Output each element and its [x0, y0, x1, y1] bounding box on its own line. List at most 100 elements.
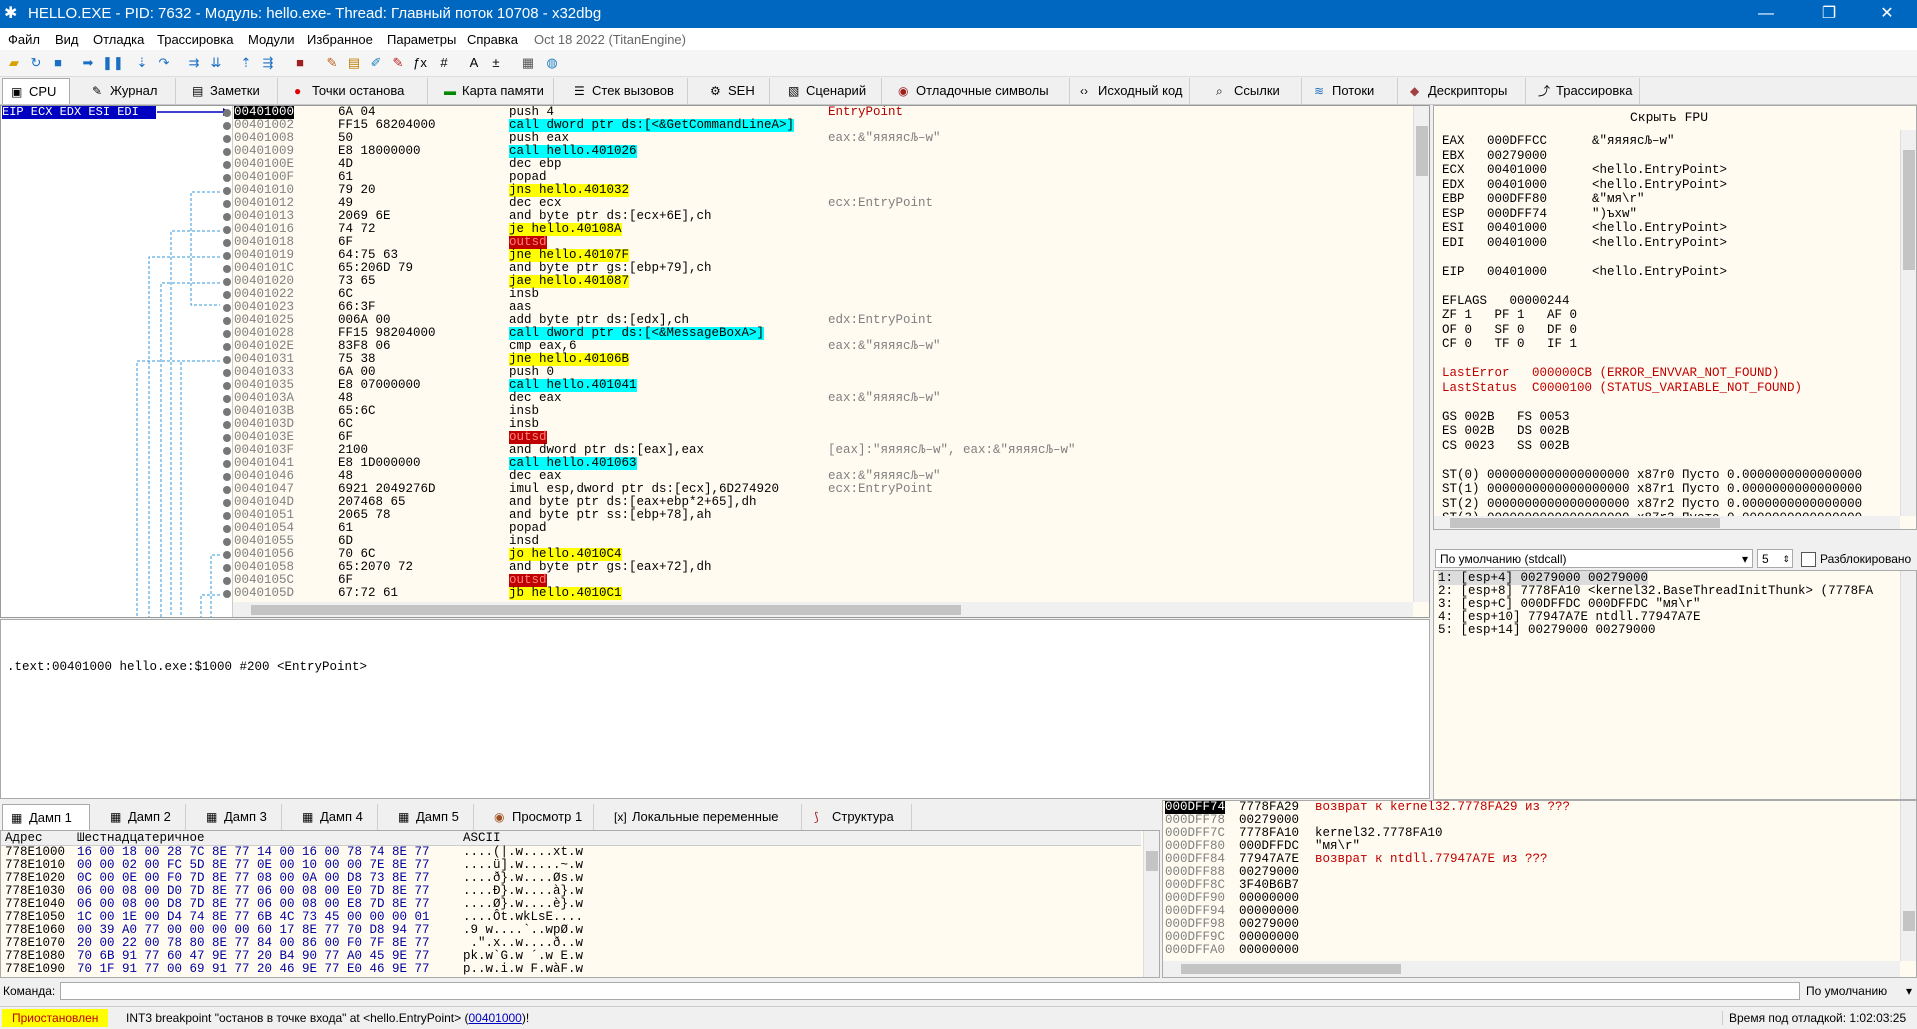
command-input[interactable]	[60, 982, 1800, 1000]
breakpoint-bullet-icon[interactable]	[223, 252, 231, 260]
arguments-vscroll[interactable]	[1900, 571, 1916, 799]
breakpoint-bullet-icon[interactable]	[223, 486, 231, 494]
breakpoint-bullet-icon[interactable]	[223, 304, 231, 312]
register-line[interactable]: EDX 00401000 <hello.EntryPoint>	[1442, 178, 1727, 192]
menu-help[interactable]: Справка	[467, 32, 518, 47]
breakpoint-bullet-icon[interactable]	[223, 213, 231, 221]
breakpoint-bullet-icon[interactable]	[223, 135, 231, 143]
run-icon[interactable]: ➡	[80, 55, 96, 71]
breakpoint-bullet-icon[interactable]	[223, 343, 231, 351]
tab-notes[interactable]: ▤ Заметки	[184, 78, 278, 104]
minimize-button[interactable]: —	[1743, 0, 1789, 28]
register-line[interactable]: LastError 000000CB (ERROR_ENVVAR_NOT_FOU…	[1442, 366, 1780, 380]
breakpoint-bullet-icon[interactable]	[223, 408, 231, 416]
disasm-row[interactable]: 0040103B 65:6C insb	[223, 405, 1412, 418]
breakpoint-bullet-icon[interactable]	[223, 278, 231, 286]
tab-call-stack[interactable]: ☰ Стек вызовов	[566, 78, 688, 104]
registers-vscroll[interactable]	[1900, 130, 1916, 516]
column-hex[interactable]: Шестнадцатеричное	[77, 831, 205, 845]
register-line[interactable]: ES 002B DS 002B	[1442, 424, 1570, 438]
disasm-row[interactable]: 0040102E 83F8 06 cmp eax,6 eax:&"яяяясЉ–w"	[223, 340, 1412, 353]
tab-memory-map[interactable]: ▬ Карта памяти	[436, 78, 554, 104]
argument-line[interactable]: 5: [esp+14] 00279000 00279000	[1438, 623, 1656, 637]
strings-icon[interactable]: A	[466, 55, 482, 71]
tab-locals[interactable]: [x] Локальные переменные	[606, 804, 802, 830]
disasm-vscroll[interactable]	[1413, 106, 1429, 602]
disasm-row[interactable]: 0040105C 6F outsd	[223, 574, 1412, 587]
breakpoint-bullet-icon[interactable]	[223, 473, 231, 481]
breakpoint-bullet-icon[interactable]	[223, 161, 231, 169]
tab-source[interactable]: ‹› Исходный код	[1072, 78, 1190, 104]
stop-icon[interactable]: ■	[50, 55, 66, 71]
tab-dump-4[interactable]: ▦ Дамп 4	[294, 804, 378, 830]
breakpoint-bullet-icon[interactable]	[223, 538, 231, 546]
breakpoint-bullet-icon[interactable]	[223, 460, 231, 468]
calculator-icon[interactable]: ±	[488, 55, 504, 71]
tab-dump-5[interactable]: ▦ Дамп 5	[390, 804, 474, 830]
tab-symbols[interactable]: ◉ Отладочные символы	[890, 78, 1070, 104]
close-button[interactable]: ✕	[1864, 0, 1910, 28]
breakpoint-bullet-icon[interactable]	[223, 421, 231, 429]
disasm-row[interactable]: 0040101C 65:206D 79 and byte ptr gs:[ebp+7…	[223, 262, 1412, 275]
restart-icon[interactable]: ↻	[28, 55, 44, 71]
breakpoint-bullet-icon[interactable]	[223, 434, 231, 442]
dump-vscroll[interactable]	[1143, 831, 1159, 977]
breakpoint-bullet-icon[interactable]	[223, 200, 231, 208]
menu-options[interactable]: Параметры	[387, 32, 456, 47]
tab-dump-1[interactable]: ▦ Дамп 1	[2, 804, 90, 830]
argument-count-spinbox[interactable]: 5 ⇕	[1757, 549, 1793, 568]
breakpoint-bullet-icon[interactable]	[223, 577, 231, 585]
register-line[interactable]: EBP 000DFF80 &"мя\r"	[1442, 192, 1645, 206]
column-ascii[interactable]: ASCII	[463, 831, 501, 845]
breakpoint-bullet-icon[interactable]	[223, 330, 231, 338]
calling-convention-select[interactable]: По умолчанию (stdcall) ▾	[1435, 549, 1753, 568]
breakpoint-bullet-icon[interactable]	[223, 447, 231, 455]
register-line[interactable]: EBX 00279000	[1442, 149, 1547, 163]
step-into-icon[interactable]: ⇣	[134, 55, 150, 71]
trace-into-icon[interactable]: ⇉	[186, 55, 202, 71]
disasm-row[interactable]: 00401028 FF15 98204000 call dword ptr ds:[…	[223, 327, 1412, 340]
registers-hscroll[interactable]	[1434, 516, 1900, 529]
disasm-row[interactable]: 00401020 73 65 jae hello.401087	[223, 275, 1412, 288]
disasm-row[interactable]: 0040104D 207468 65 and byte ptr ds:[eax+eb…	[223, 496, 1412, 509]
disasm-row[interactable]: 0040100E 4D dec ebp	[223, 158, 1412, 171]
comments-icon[interactable]: ▤	[346, 55, 362, 71]
disasm-row[interactable]: 00401012 49 dec ecx ecx:EntryPoint	[223, 197, 1412, 210]
scylla-icon[interactable]: ■	[292, 55, 308, 71]
breakpoint-bullet-icon[interactable]	[223, 382, 231, 390]
register-line[interactable]: LastStatus C0000100 (STATUS_VARIABLE_NOT…	[1442, 381, 1802, 395]
menu-modules[interactable]: Модули	[248, 32, 295, 47]
register-line[interactable]: ST(2) 0000000000000000000 x87r2 Пусто 0.…	[1442, 497, 1862, 511]
pause-icon[interactable]: ❚❚	[102, 55, 124, 71]
breakpoint-bullet-icon[interactable]	[223, 512, 231, 520]
stack-vscroll[interactable]	[1900, 801, 1916, 961]
execute-till-return-icon[interactable]: ⇡	[238, 55, 254, 71]
patch-icon[interactable]: ✎	[324, 55, 340, 71]
breakpoint-bullet-icon[interactable]	[223, 265, 231, 273]
disasm-hscroll[interactable]	[233, 602, 1413, 617]
stack-row[interactable]: 000DFFA0 00000000	[1163, 944, 1898, 957]
disasm-row[interactable]: 00401031 75 38 jne hello.40106B	[223, 353, 1412, 366]
tab-handles[interactable]: ◆ Дескрипторы	[1402, 78, 1526, 104]
disasm-row[interactable]: 0040103D 6C insb	[223, 418, 1412, 431]
register-line[interactable]: ESP 000DFF74 ")ъхw"	[1442, 207, 1637, 221]
argument-line[interactable]: 4: [esp+10] 77947A7E ntdll.77947A7E	[1438, 610, 1701, 624]
tab-threads[interactable]: ≋ Потоки	[1306, 78, 1398, 104]
stack-view[interactable]: 000DFF74 7778FA29 возврат к kernel32.7778F…	[1162, 800, 1917, 978]
register-line[interactable]: OF 0 SF 0 DF 0	[1442, 323, 1577, 337]
hex-dump-view[interactable]: Адрес Шестнадцатеричное ASCII 778E1000 16…	[0, 830, 1160, 978]
disasm-row[interactable]: 00401054 61 popad	[223, 522, 1412, 535]
menu-debug[interactable]: Отладка	[93, 32, 144, 47]
register-line[interactable]: EFLAGS 00000244	[1442, 294, 1570, 308]
menu-favourites[interactable]: Избранное	[307, 32, 373, 47]
disasm-row[interactable]: 00401023 66:3F aas	[223, 301, 1412, 314]
disasm-row[interactable]: 00401055 6D insd	[223, 535, 1412, 548]
variables-icon[interactable]: #	[436, 55, 452, 71]
stack-hscroll[interactable]	[1163, 961, 1900, 977]
step-over-icon[interactable]: ↷	[156, 55, 172, 71]
registers-panel[interactable]: Скрыть FPU EAX 000DFFCC &"яяяясЉ–w" EBX 0…	[1433, 105, 1917, 530]
entry-address-link[interactable]: 00401000	[468, 1011, 521, 1025]
breakpoint-bullet-icon[interactable]	[223, 187, 231, 195]
tab-log[interactable]: ✎ Журнал	[84, 78, 176, 104]
breakpoint-bullet-icon[interactable]	[223, 551, 231, 559]
